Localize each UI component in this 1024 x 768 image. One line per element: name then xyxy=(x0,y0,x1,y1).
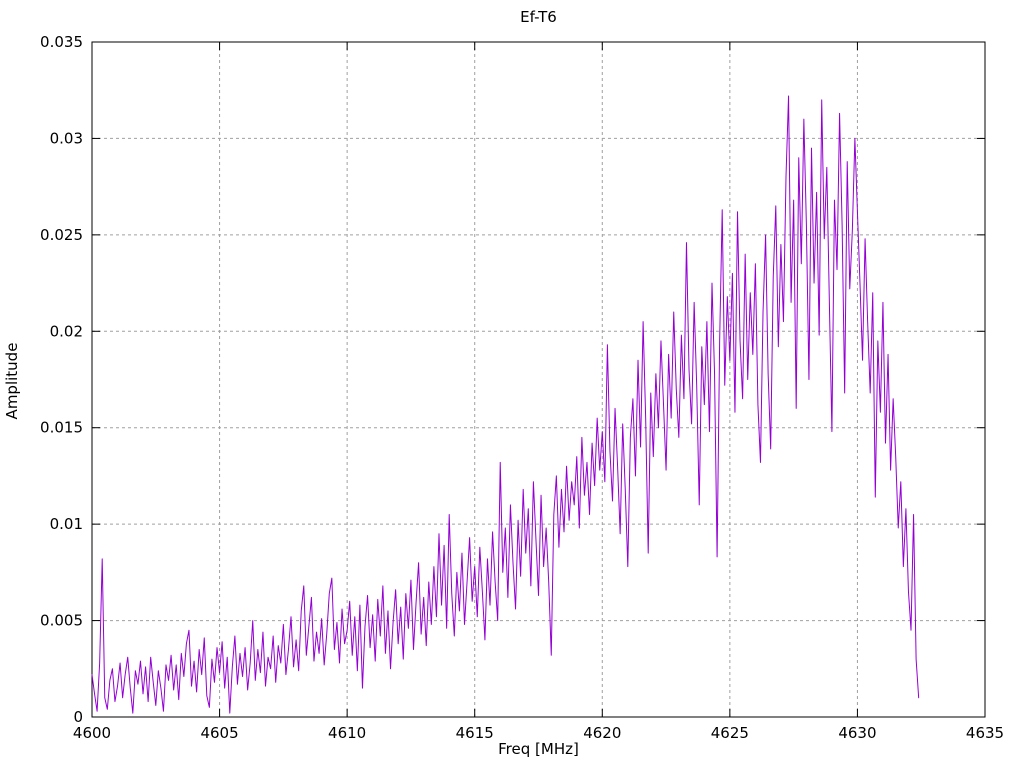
y-tick-label: 0.025 xyxy=(40,226,83,244)
axis-ticks xyxy=(91,41,986,718)
plot-canvas: 4600 4605 4610 4615 4620 4625 4630 4635 00.0050… xyxy=(40,33,1004,742)
y-tick-label: 0.005 xyxy=(40,612,83,630)
chart-page: Ef-T6 Amplitude Freq [MHz] 4600 4605 4610 4… xyxy=(0,0,1024,768)
y-tick-label: 0.015 xyxy=(40,419,83,437)
x-axis-label: Freq [MHz] xyxy=(498,740,579,758)
y-tick-labels: 0 0.005 0.01 0.015 0.02 0.025 0.03 0.035 xyxy=(40,33,83,726)
plot-border xyxy=(91,41,986,718)
y-tick-label: 0.03 xyxy=(50,129,83,147)
y-tick-label: 0.01 xyxy=(50,515,83,533)
y-tick-label: 0.02 xyxy=(50,322,83,340)
y-axis-label: Amplitude xyxy=(3,342,21,420)
y-tick-label: 0.035 xyxy=(40,33,83,51)
grid-lines xyxy=(92,42,985,717)
y-tick-label: 0 xyxy=(73,708,83,726)
chart-title: Ef-T6 xyxy=(520,8,557,26)
